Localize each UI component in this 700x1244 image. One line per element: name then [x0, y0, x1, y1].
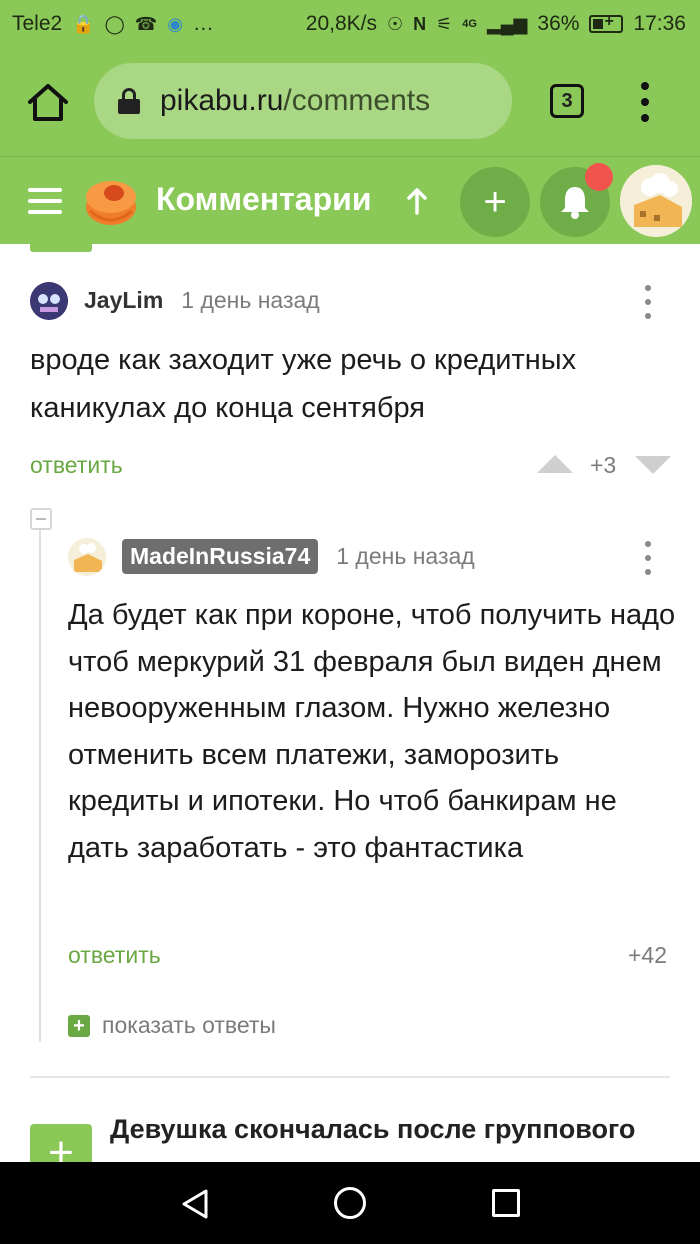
reply-to-reply-link[interactable]: ответить — [68, 942, 161, 969]
lock-icon — [118, 88, 140, 114]
home-nav-icon[interactable] — [334, 1187, 366, 1219]
clock: 17:36 — [633, 12, 686, 35]
signal-type: 4G — [462, 18, 477, 30]
bell-icon — [561, 187, 589, 219]
key-icon: ⚟ — [436, 14, 453, 34]
tab-switcher-button[interactable]: 3 — [550, 84, 584, 118]
lock-status-icon: 🔒 — [72, 14, 95, 34]
comment-text: вроде как заходит уже речь о кредитных к… — [30, 344, 577, 424]
next-post-expand-button[interactable]: + — [30, 1124, 92, 1164]
battery-percent: 36% — [537, 12, 580, 35]
reply-text: Да будет как при короне, чтоб получить н… — [68, 599, 676, 864]
comment-author-name[interactable]: JayLim — [84, 287, 163, 314]
arrow-up-icon[interactable] — [404, 185, 430, 217]
upvote-arrow-icon[interactable] — [537, 455, 573, 473]
recent-apps-icon[interactable] — [492, 1189, 520, 1217]
nfc-icon: N — [413, 14, 427, 34]
status-bar: Tele2 🔒 ◯ ☎ ◉ … 20,8K/s ☉ N ⚟ 4G ▂▄▆ 36%… — [0, 0, 700, 48]
reply-time: 1 день назад — [336, 543, 475, 569]
hotspot-icon: ☉ — [386, 14, 404, 34]
add-post-button[interactable]: + — [460, 167, 530, 237]
address-bar[interactable]: pikabu.ru/comments — [94, 63, 512, 139]
pikabu-logo[interactable] — [84, 175, 138, 229]
more-notifications-indicator: … — [192, 12, 214, 35]
vpn-shield-icon: ◯ — [104, 14, 125, 34]
show-replies-label: показать ответы — [102, 1012, 276, 1038]
page-title: Комментарии — [156, 181, 372, 217]
reply-link[interactable]: ответить — [30, 452, 123, 479]
thread-line[interactable] — [39, 530, 41, 1042]
expand-plus-icon: + — [68, 1014, 90, 1037]
downvote-arrow-icon[interactable] — [635, 456, 671, 474]
comment-menu-icon[interactable] — [643, 285, 653, 319]
browser-toolbar: pikabu.ru/comments 3 — [0, 48, 700, 156]
previous-post-button-edge — [30, 244, 92, 252]
site-header: Комментарии + — [0, 156, 700, 244]
comment-rating: +3 — [590, 452, 617, 478]
browser-menu-icon[interactable] — [632, 82, 658, 122]
next-post-title[interactable]: Девушка скончалась после группового — [110, 1114, 635, 1145]
collapse-thread-button[interactable] — [30, 508, 52, 530]
network-speed: 20,8K/s — [305, 12, 377, 35]
signal-strength-icon: ▂▄▆ — [486, 14, 528, 34]
reply-author-name[interactable]: MadeInRussia74 — [122, 539, 319, 574]
url-domain: pikabu.ru — [160, 84, 284, 117]
reply-menu-icon[interactable] — [643, 541, 653, 575]
back-icon[interactable] — [180, 1188, 210, 1220]
carrier-name: Tele2 — [12, 12, 63, 35]
plus-icon: + — [483, 180, 507, 224]
comment-meta: JayLim 1 день назад — [84, 287, 320, 314]
notification-dot — [585, 163, 613, 191]
app-notification-icon: ◉ — [167, 14, 183, 34]
reply-author-avatar[interactable] — [68, 538, 106, 576]
system-navigation-bar — [0, 1162, 700, 1244]
comment-author-avatar[interactable] — [30, 282, 68, 320]
divider — [30, 1076, 670, 1078]
reply-rating: +42 — [628, 942, 668, 968]
show-replies-button[interactable]: + показать ответы — [68, 1012, 276, 1039]
hamburger-menu-icon[interactable] — [28, 188, 62, 214]
user-avatar[interactable] — [620, 165, 692, 237]
home-icon[interactable] — [26, 80, 70, 124]
url-path: /comments — [283, 84, 431, 117]
battery-icon — [589, 13, 624, 33]
reply-meta: MadeInRussia74 1 день назад — [122, 539, 475, 574]
missed-call-icon: ☎ — [134, 14, 158, 34]
comment-time: 1 день назад — [181, 287, 320, 313]
